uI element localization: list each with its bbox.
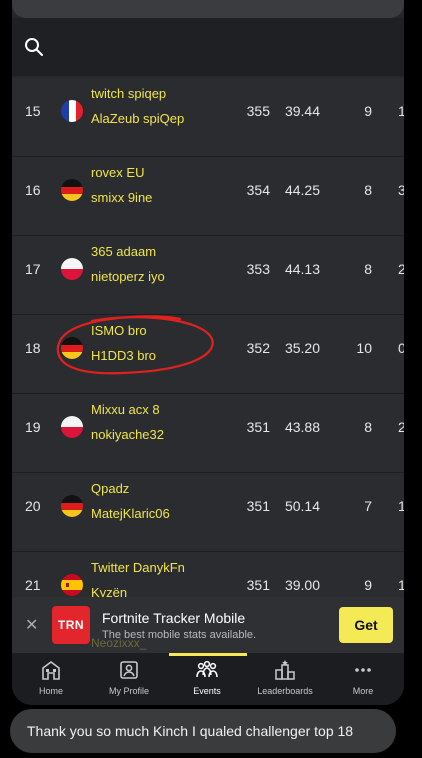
rank: 15 — [25, 103, 41, 119]
wins: 8 — [364, 261, 372, 277]
average: 39.44 — [284, 103, 320, 119]
average: 43.88 — [284, 419, 320, 435]
average: 35.20 — [284, 340, 320, 356]
table-row[interactable]: 20 Qpadz MatejKlaric06 351 50.14 7 1 — [12, 473, 404, 552]
nav-more[interactable]: More — [324, 659, 402, 696]
rank: 21 — [25, 577, 41, 593]
nav-label: Home — [38, 686, 63, 696]
leaderboard-list: 15 twitch spiqep AlaZeub spiQep 355 39.4… — [12, 78, 404, 608]
flag-poland-icon — [61, 258, 83, 280]
red-circle-annotation — [56, 315, 214, 375]
points: 351 — [246, 498, 270, 514]
nav-my-profile[interactable]: My Profile — [90, 659, 168, 696]
active-tab-indicator — [169, 653, 247, 656]
nav-leaderboards[interactable]: Leaderboards — [246, 659, 324, 696]
average: 39.00 — [284, 577, 320, 593]
table-row[interactable]: 17 365 adaam nietoperz iyo 353 44.13 8 2 — [12, 236, 404, 315]
message-bubble: Thank you so much Kinch I qualed challen… — [10, 709, 396, 753]
points: 355 — [246, 103, 270, 119]
player-name[interactable]: rovex EU — [91, 165, 144, 180]
nav-label: My Profile — [108, 686, 149, 696]
wins: 9 — [364, 103, 372, 119]
wins: 8 — [364, 182, 372, 198]
rank: 16 — [25, 182, 41, 198]
events-icon — [168, 659, 246, 681]
flag-france-icon — [61, 100, 83, 122]
extra-stat: 0 — [398, 340, 404, 356]
points: 351 — [246, 419, 270, 435]
top-edge — [12, 0, 404, 18]
extra-stat: 3 — [398, 182, 404, 198]
table-row[interactable]: 15 twitch spiqep AlaZeub spiQep 355 39.4… — [12, 78, 404, 157]
trn-logo: TRN — [52, 606, 90, 644]
ad-title: Fortnite Tracker Mobile — [102, 610, 246, 626]
wins: 9 — [364, 577, 372, 593]
points: 354 — [246, 182, 270, 198]
extra-stat: 2 — [398, 261, 404, 277]
message-text: Thank you so much Kinch I qualed challen… — [27, 723, 354, 739]
ad-banner[interactable]: ✕ TRN Fortnite Tracker Mobile The best m… — [12, 597, 404, 653]
player-name[interactable]: MatejKlaric06 — [91, 506, 170, 521]
average: 44.13 — [284, 261, 320, 277]
flag-poland-icon — [61, 416, 83, 438]
nav-label: More — [352, 686, 374, 696]
table-row[interactable]: 16 rovex EU smixx 9ine 354 44.25 8 3 — [12, 157, 404, 236]
wins: 8 — [364, 419, 372, 435]
search-icon[interactable] — [24, 37, 44, 62]
nav-label: Leaderboards — [257, 686, 313, 696]
table-row[interactable]: 19 Mixxu acx 8 nokiyache32 351 43.88 8 2 — [12, 394, 404, 473]
nav-events[interactable]: Events — [168, 659, 246, 696]
extra-stat: 1 — [398, 498, 404, 514]
search-bar[interactable] — [12, 18, 404, 76]
points: 351 — [246, 577, 270, 593]
points: 352 — [246, 340, 270, 356]
nav-label: Events — [193, 686, 221, 696]
player-name[interactable]: smixx 9ine — [91, 190, 152, 205]
player-name[interactable]: Qpadz — [91, 481, 129, 496]
app-frame: 15 twitch spiqep AlaZeub spiQep 355 39.4… — [12, 0, 404, 705]
wins: 7 — [364, 498, 372, 514]
profile-icon — [90, 659, 168, 681]
flag-spain-icon — [61, 574, 83, 596]
wins: 10 — [356, 340, 372, 356]
more-icon — [324, 659, 402, 681]
table-row[interactable]: 18 ISMO bro H1DD3 bro 352 35.20 10 0 — [12, 315, 404, 394]
points: 353 — [246, 261, 270, 277]
player-name[interactable]: AlaZeub spiQep — [91, 111, 184, 126]
bottom-nav: Home My Profile Events Leaderboards More — [12, 653, 404, 705]
rank: 17 — [25, 261, 41, 277]
average: 50.14 — [284, 498, 320, 514]
get-button[interactable]: Get — [339, 607, 393, 643]
average: 44.25 — [284, 182, 320, 198]
leaderboards-icon — [246, 659, 324, 681]
player-name[interactable]: Twitter DanykFn — [91, 560, 185, 575]
rank: 20 — [25, 498, 41, 514]
flag-germany-icon — [61, 495, 83, 517]
nav-home[interactable]: Home — [12, 659, 90, 696]
flag-germany-icon — [61, 179, 83, 201]
rank: 18 — [25, 340, 41, 356]
extra-stat: 1 — [398, 103, 404, 119]
player-name[interactable]: nokiyache32 — [91, 427, 164, 442]
extra-stat: 2 — [398, 419, 404, 435]
peek-text: Neozixxx_ — [91, 636, 147, 650]
extra-stat: 1 — [398, 577, 404, 593]
home-icon — [12, 659, 90, 681]
player-name[interactable]: 365 adaam — [91, 244, 156, 259]
rank: 19 — [25, 419, 41, 435]
player-name[interactable]: Mixxu acx 8 — [91, 402, 160, 417]
close-icon[interactable]: ✕ — [25, 615, 38, 635]
player-name[interactable]: nietoperz iyo — [91, 269, 165, 284]
player-name[interactable]: twitch spiqep — [91, 86, 166, 101]
